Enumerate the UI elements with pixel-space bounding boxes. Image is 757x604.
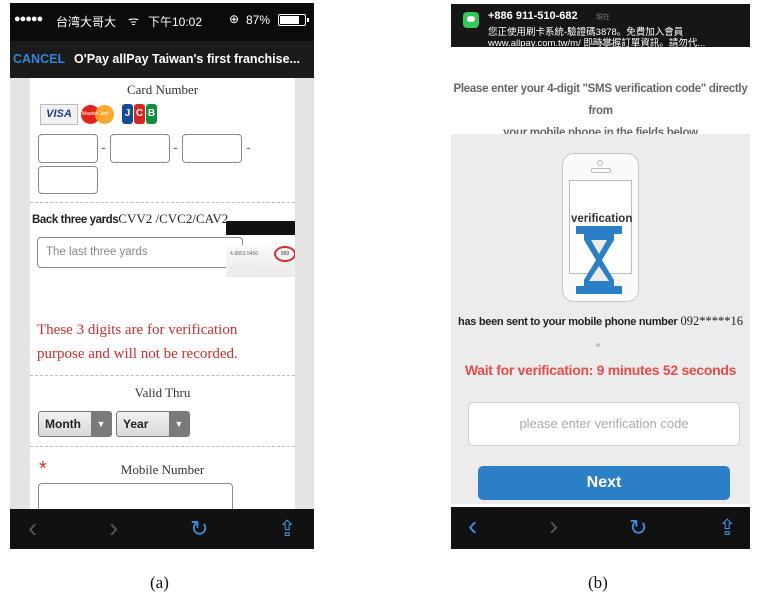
back-arrow-icon[interactable]: ‹: [28, 512, 37, 544]
status-bar: ●●●●● 台湾大哥大 ᯤ 下午10:02 ⊕ 87%: [10, 3, 314, 41]
jcb-logo: J C B: [122, 104, 158, 124]
sms-notification-banner[interactable]: +886 911-510-682 現在 您正使用刷卡系統-驗證碼3878。免費加…: [451, 4, 750, 49]
verification-note: These 3 digits are for verification purp…: [37, 322, 238, 362]
hourglass-icon: [576, 226, 622, 294]
battery-icon: [278, 14, 309, 26]
card-back-image: 4-9853 5456 999 · · · ·: [226, 213, 295, 277]
section-divider: [30, 446, 295, 447]
forward-arrow-icon[interactable]: ›: [549, 510, 558, 542]
mastercard-logo: MasterCard: [80, 104, 116, 125]
navigation-bar: CANCEL O'Pay allPay Taiwan's first franc…: [10, 41, 314, 78]
notification-line-2: www.allpay.com.tw/m/ 即時掌握訂單資訊。請勿代...: [488, 38, 706, 49]
caption-a: (a): [150, 573, 169, 592]
page-margin-right: [295, 78, 314, 509]
chevron-down-icon: ▼: [169, 412, 189, 436]
next-button[interactable]: Next: [478, 466, 730, 500]
cvv-label: Back three yardsCVV2 /CVC2/CAV2: [32, 211, 229, 226]
payment-form: Card Number VISA MasterCard J C B - - - …: [10, 78, 314, 509]
page-title: O'Pay allPay Taiwan's first franchise...: [74, 52, 300, 66]
page-margin-left: [10, 78, 30, 509]
card-number-field-4[interactable]: [38, 166, 98, 194]
card-number-label: Card Number: [126, 82, 199, 97]
countdown-timer: Wait for verification: 9 minutes 52 seco…: [464, 362, 737, 378]
signal-strength-icon: ●●●●●: [14, 13, 43, 25]
card-number-field-1[interactable]: [38, 134, 98, 163]
verification-code-input[interactable]: please enter verification code: [468, 402, 740, 446]
card-number-field-3[interactable]: [182, 134, 242, 163]
month-select[interactable]: Month ▼: [38, 411, 112, 437]
year-select[interactable]: Year ▼: [116, 411, 190, 437]
reload-icon[interactable]: ↻: [629, 515, 647, 541]
caption-b: (b): [588, 573, 608, 592]
notification-grabber: [589, 43, 613, 45]
cvv-placeholder: The last three yards: [46, 246, 148, 258]
phone-screenshot-b: +886 911-510-682 現在 您正使用刷卡系統-驗證碼3878。免費加…: [451, 4, 750, 549]
phone-illustration-label: verification: [571, 213, 633, 225]
mobile-number-input[interactable]: [38, 483, 233, 509]
share-icon[interactable]: ⇪: [278, 516, 296, 542]
reload-icon[interactable]: ↻: [190, 516, 208, 542]
battery-percent: 87%: [246, 13, 271, 27]
visa-logo: VISA: [40, 104, 78, 125]
notification-time: 現在: [596, 14, 610, 21]
sent-to-number: has been sent to your mobile phone numbe…: [458, 314, 743, 328]
notification-sender: +886 911-510-682: [488, 10, 578, 22]
separator-dash: -: [173, 139, 178, 155]
cvv-input[interactable]: The last three yards: [37, 237, 243, 268]
sent-period: 。: [596, 338, 606, 349]
separator-dash: -: [246, 139, 251, 155]
message-icon: [463, 12, 479, 28]
section-divider: [30, 375, 295, 376]
separator-dash: -: [101, 139, 106, 155]
back-arrow-icon[interactable]: ‹: [468, 510, 477, 542]
phone-screenshot-a: ●●●●● 台湾大哥大 ᯤ 下午10:02 ⊕ 87% CANCEL O'Pay…: [10, 3, 314, 549]
chevron-down-icon: ▼: [91, 412, 111, 436]
cancel-button[interactable]: CANCEL: [13, 52, 65, 66]
browser-toolbar: ‹ › ↻ ⇪: [451, 507, 750, 549]
carrier-name: 台湾大哥大: [56, 15, 117, 29]
section-divider: [30, 202, 295, 203]
browser-toolbar: ‹ › ↻ ⇪: [10, 509, 314, 549]
status-time: 下午10:02: [148, 15, 203, 29]
card-number-field-2[interactable]: [110, 134, 170, 163]
rotation-lock-icon: ⊕: [229, 12, 240, 26]
wifi-icon: ᯤ: [128, 14, 139, 28]
valid-thru-label: Valid Thru: [134, 385, 191, 400]
mobile-number-label: Mobile Number: [120, 462, 205, 477]
verification-code-placeholder: please enter verification code: [519, 416, 689, 431]
forward-arrow-icon[interactable]: ›: [109, 512, 118, 544]
share-icon[interactable]: ⇪: [718, 515, 736, 541]
